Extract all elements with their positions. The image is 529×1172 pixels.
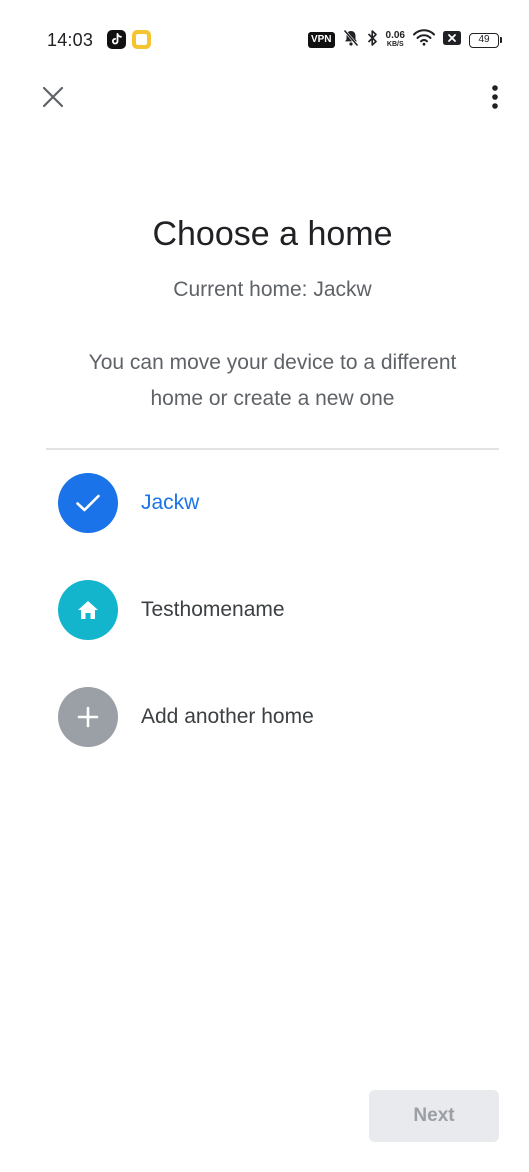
- sim-off-icon: [443, 30, 461, 50]
- check-icon: [76, 494, 100, 512]
- home-label: Jackw: [141, 491, 200, 514]
- add-avatar: [58, 687, 118, 747]
- home-list: Jackw Testhomename Add another home: [58, 473, 498, 794]
- wifi-icon: [413, 29, 435, 51]
- current-home-label: Current home: Jackw: [173, 278, 372, 301]
- status-bar: 14:03 VPN 0.06 KB/S 49: [0, 0, 529, 80]
- more-options-button[interactable]: [483, 80, 507, 114]
- home-label: Testhomename: [141, 598, 285, 621]
- divider: [46, 448, 499, 450]
- battery-icon: 49: [469, 32, 502, 48]
- home-label: Add another home: [141, 705, 314, 728]
- status-time: 14:03: [47, 30, 94, 50]
- notes-icon: [132, 30, 151, 49]
- selected-avatar: [58, 473, 118, 533]
- page-title: Choose a home: [152, 215, 393, 253]
- more-vert-icon: [492, 85, 498, 109]
- next-button[interactable]: Next: [369, 1090, 499, 1142]
- mute-bell-icon: [343, 29, 359, 52]
- plus-icon: [77, 706, 99, 728]
- net-speed-unit: KB/S: [386, 41, 404, 48]
- close-button[interactable]: [36, 80, 70, 114]
- net-speed-value: 0.06: [385, 30, 405, 41]
- home-icon: [78, 601, 98, 619]
- screen: 14:03 VPN 0.06 KB/S 49 Choose a home Cur…: [0, 0, 529, 1172]
- status-icons: VPN 0.06 KB/S 49: [307, 29, 502, 52]
- add-another-home-button[interactable]: Add another home: [58, 687, 498, 747]
- home-item-testhomename[interactable]: Testhomename: [58, 580, 498, 640]
- close-icon: [42, 86, 64, 108]
- page-description: You can move your device to a different …: [88, 351, 457, 410]
- tiktok-icon: [107, 30, 126, 49]
- net-speed: 0.06 KB/S: [386, 31, 405, 49]
- home-avatar: [58, 580, 118, 640]
- bluetooth-icon: [367, 29, 378, 52]
- vpn-badge: VPN: [307, 32, 335, 48]
- home-item-jackw[interactable]: Jackw: [58, 473, 498, 533]
